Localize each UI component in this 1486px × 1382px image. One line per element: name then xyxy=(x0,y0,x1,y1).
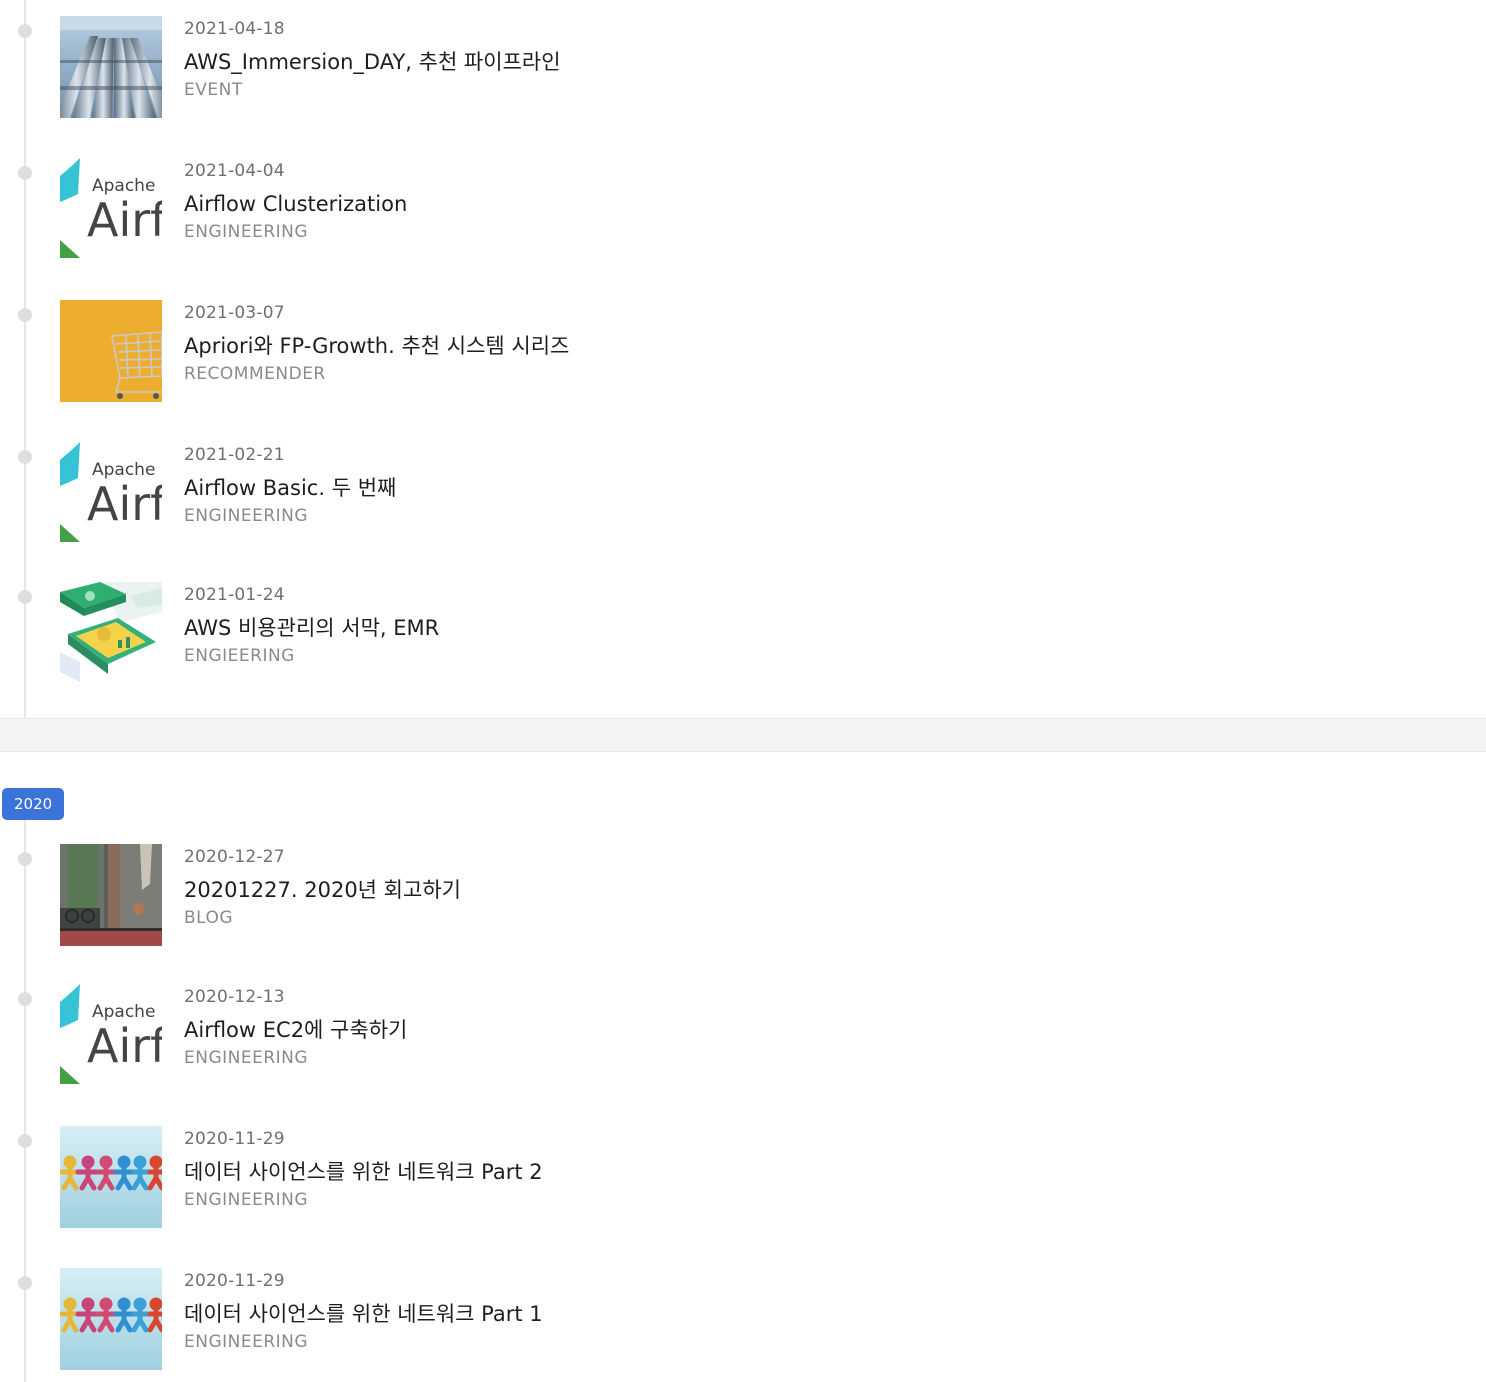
post-thumbnail-pipes[interactable] xyxy=(60,16,162,118)
timeline-section-2021: 2021-04-18 AWS_Immersion_DAY, 추천 파이프라인 E… xyxy=(0,0,1486,718)
post-thumbnail-people[interactable] xyxy=(60,1268,162,1370)
post-date: 2021-03-07 xyxy=(184,303,285,323)
post-category[interactable]: BLOG xyxy=(184,906,461,930)
post-thumbnail-people[interactable] xyxy=(60,1126,162,1228)
post-category[interactable]: ENGINEERING xyxy=(184,504,396,528)
timeline-dot xyxy=(18,1134,32,1148)
post-title[interactable]: Airflow Basic. 두 번째 xyxy=(184,474,396,502)
post-category[interactable]: ENGINEERING xyxy=(184,1330,543,1354)
logo-line2: Airf xyxy=(87,193,162,247)
section-divider xyxy=(0,718,1486,752)
timeline-dot xyxy=(18,1276,32,1290)
logo-line2: Airf xyxy=(87,1019,162,1073)
airflow-logo: Apache Airf xyxy=(60,158,162,260)
post-date: 2020-11-29 xyxy=(184,1271,285,1291)
paper-people-image xyxy=(60,1126,162,1228)
post-meta: 2020-11-29 데이터 사이언스를 위한 네트워크 Part 2 ENGI… xyxy=(184,1128,543,1212)
pipes-image xyxy=(60,16,162,118)
post-meta: 2021-02-21 Airflow Basic. 두 번째 ENGINEERI… xyxy=(184,444,396,528)
post-thumbnail-airflow[interactable]: Apache Airf xyxy=(60,158,162,260)
post-meta: 2020-11-29 데이터 사이언스를 위한 네트워크 Part 1 ENGI… xyxy=(184,1270,543,1354)
post-item[interactable]: 2020-11-29 데이터 사이언스를 위한 네트워크 Part 1 ENGI… xyxy=(0,1268,1486,1372)
timeline-dot xyxy=(18,590,32,604)
post-item[interactable]: 2021-01-24 AWS 비용관리의 서막, EMR ENGIEERING xyxy=(0,582,1486,686)
post-date: 2020-12-27 xyxy=(184,847,285,867)
post-meta: 2020-12-27 20201227. 2020년 회고하기 BLOG xyxy=(184,846,461,930)
post-item[interactable]: Apache Airf 2020-12-13 Airflow EC2에 구축하기… xyxy=(0,984,1486,1088)
timeline-dot xyxy=(18,450,32,464)
timeline-dot xyxy=(18,992,32,1006)
post-item[interactable]: 2021-04-18 AWS_Immersion_DAY, 추천 파이프라인 E… xyxy=(0,16,1486,120)
post-category[interactable]: ENGIEERING xyxy=(184,644,439,668)
post-title[interactable]: Apriori와 FP-Growth. 추천 시스템 시리즈 xyxy=(184,332,569,360)
street-photo xyxy=(60,844,162,946)
post-date: 2021-02-21 xyxy=(184,445,285,465)
post-category[interactable]: ENGINEERING xyxy=(184,220,407,244)
cart-image xyxy=(60,300,162,402)
post-item[interactable]: Apache Airf 2021-02-21 Airflow Basic. 두 … xyxy=(0,442,1486,546)
post-item[interactable]: Apache Airf 2021-04-04 Airflow Clusteriz… xyxy=(0,158,1486,262)
post-meta: 2021-04-04 Airflow Clusterization ENGINE… xyxy=(184,160,407,244)
money-illustration xyxy=(60,582,162,684)
post-title[interactable]: 20201227. 2020년 회고하기 xyxy=(184,876,461,904)
post-item[interactable]: 2020-11-29 데이터 사이언스를 위한 네트워크 Part 2 ENGI… xyxy=(0,1126,1486,1230)
post-meta: 2021-04-18 AWS_Immersion_DAY, 추천 파이프라인 E… xyxy=(184,18,561,102)
post-date: 2021-01-24 xyxy=(184,585,285,605)
post-date: 2020-11-29 xyxy=(184,1129,285,1149)
post-thumbnail-airflow[interactable]: Apache Airf xyxy=(60,984,162,1086)
post-date: 2021-04-04 xyxy=(184,161,285,181)
logo-line2: Airf xyxy=(87,477,162,531)
timeline-dot xyxy=(18,24,32,38)
timeline-dot xyxy=(18,852,32,866)
post-category[interactable]: ENGINEERING xyxy=(184,1046,407,1070)
post-thumbnail-airflow[interactable]: Apache Airf xyxy=(60,442,162,544)
timeline-section-2020: 2020 2020-12-27 20201227. 2020년 회고하기 BLO… xyxy=(0,752,1486,1382)
post-title[interactable]: 데이터 사이언스를 위한 네트워크 Part 2 xyxy=(184,1158,543,1186)
airflow-logo: Apache Airf xyxy=(60,442,162,544)
post-category[interactable]: EVENT xyxy=(184,78,561,102)
post-meta: 2020-12-13 Airflow EC2에 구축하기 ENGINEERING xyxy=(184,986,407,1070)
post-meta: 2021-01-24 AWS 비용관리의 서막, EMR ENGIEERING xyxy=(184,584,439,668)
post-date: 2020-12-13 xyxy=(184,987,285,1007)
post-title[interactable]: Airflow EC2에 구축하기 xyxy=(184,1016,407,1044)
post-item[interactable]: 2021-03-07 Apriori와 FP-Growth. 추천 시스템 시리… xyxy=(0,300,1486,404)
post-meta: 2021-03-07 Apriori와 FP-Growth. 추천 시스템 시리… xyxy=(184,302,569,386)
post-title[interactable]: 데이터 사이언스를 위한 네트워크 Part 1 xyxy=(184,1300,543,1328)
airflow-logo: Apache Airf xyxy=(60,984,162,1086)
post-item[interactable]: 2020-12-27 20201227. 2020년 회고하기 BLOG xyxy=(0,844,1486,948)
post-category[interactable]: RECOMMENDER xyxy=(184,362,569,386)
year-badge[interactable]: 2020 xyxy=(2,788,65,820)
post-title[interactable]: AWS 비용관리의 서막, EMR xyxy=(184,614,439,642)
post-date: 2021-04-18 xyxy=(184,19,285,39)
post-thumbnail-street[interactable] xyxy=(60,844,162,946)
post-title[interactable]: AWS_Immersion_DAY, 추천 파이프라인 xyxy=(184,48,561,76)
timeline-dot xyxy=(18,308,32,322)
timeline-dot xyxy=(18,166,32,180)
post-thumbnail-cart[interactable] xyxy=(60,300,162,402)
post-title[interactable]: Airflow Clusterization xyxy=(184,190,407,218)
post-thumbnail-money[interactable] xyxy=(60,582,162,684)
post-category[interactable]: ENGINEERING xyxy=(184,1188,543,1212)
paper-people-image xyxy=(60,1268,162,1370)
